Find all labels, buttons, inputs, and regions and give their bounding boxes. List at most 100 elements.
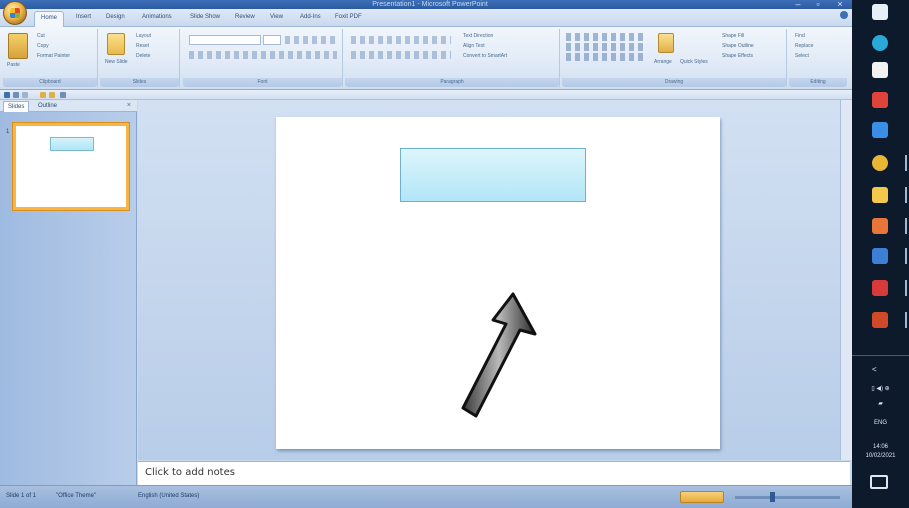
- tab-slides[interactable]: Slides: [3, 101, 30, 112]
- tab-foxit-pdf[interactable]: Foxit PDF: [335, 14, 362, 20]
- group-label-clipboard: Clipboard: [3, 78, 97, 87]
- powerpoint-window: Presentation1 - Microsoft PowerPoint – ▫…: [0, 0, 852, 508]
- shape-effects-button[interactable]: Shape Effects: [722, 53, 753, 59]
- file-explorer-icon[interactable]: [872, 187, 888, 203]
- system-tray-icons[interactable]: ▯ ◀) ⊕: [852, 385, 909, 392]
- alignment-buttons[interactable]: [351, 51, 451, 59]
- input-language[interactable]: ENG: [852, 420, 909, 426]
- tab-animations[interactable]: Animations: [142, 14, 172, 20]
- group-label-paragraph: Paragraph: [345, 78, 559, 87]
- group-label-editing: Editing: [789, 78, 847, 87]
- open-icon[interactable]: [40, 92, 46, 98]
- font-format-buttons[interactable]: [189, 51, 337, 59]
- maximize-icon[interactable]: ▫: [810, 0, 826, 9]
- network-icon[interactable]: ▰: [852, 400, 909, 407]
- new-slide-button[interactable]: New Slide: [105, 59, 128, 65]
- font-size-buttons[interactable]: [285, 36, 337, 44]
- shapes-gallery-row3[interactable]: [566, 53, 646, 61]
- tab-outline[interactable]: Outline: [34, 101, 61, 112]
- shapes-gallery[interactable]: [566, 33, 646, 41]
- app-red-icon[interactable]: [872, 280, 888, 296]
- save-icon[interactable]: [4, 92, 10, 98]
- running-indicator: [905, 312, 907, 328]
- vertical-scrollbar[interactable]: [840, 100, 852, 460]
- chrome-icon[interactable]: [872, 155, 888, 171]
- paste-label[interactable]: Paste: [7, 62, 20, 68]
- list-buttons[interactable]: [351, 36, 451, 44]
- tab-insert[interactable]: Insert: [76, 14, 91, 20]
- pane-tabs: Slides Outline ×: [0, 100, 137, 112]
- quick-access-toolbar: [0, 90, 852, 100]
- select-button[interactable]: Select: [795, 53, 809, 59]
- minimize-icon[interactable]: –: [790, 0, 806, 9]
- reset-button[interactable]: Reset: [136, 43, 149, 49]
- shapes-gallery-row2[interactable]: [566, 43, 646, 51]
- replace-button[interactable]: Replace: [795, 43, 813, 49]
- tab-view[interactable]: View: [270, 14, 283, 20]
- tab-slide-show[interactable]: Slide Show: [190, 14, 220, 20]
- shape-outline-button[interactable]: Shape Outline: [722, 43, 754, 49]
- store-icon[interactable]: [872, 62, 888, 78]
- quick-styles-button[interactable]: Quick Styles: [680, 59, 708, 65]
- group-drawing: Arrange Quick Styles Shape Fill Shape Ou…: [562, 29, 787, 87]
- new-slide-icon[interactable]: [107, 33, 125, 55]
- thumbnail-shape: [50, 137, 94, 151]
- arrange-icon[interactable]: [658, 33, 674, 53]
- edge-icon[interactable]: [872, 35, 888, 51]
- ribbon-tabs: Home Insert Design Animations Slide Show…: [0, 9, 852, 27]
- layout-button[interactable]: Layout: [136, 33, 151, 39]
- app-blue-icon[interactable]: [872, 248, 888, 264]
- help-icon[interactable]: [840, 11, 848, 19]
- clock-time[interactable]: 14:06: [852, 444, 909, 450]
- group-clipboard: Paste Cut Copy Format Painter Clipboard: [3, 29, 98, 87]
- view-buttons[interactable]: [680, 491, 724, 503]
- window-title: Presentation1 - Microsoft PowerPoint: [372, 1, 488, 8]
- font-name-combo[interactable]: [189, 35, 261, 45]
- notes-pane[interactable]: Click to add notes: [138, 461, 850, 485]
- tab-design[interactable]: Design: [106, 14, 125, 20]
- windows-start-icon[interactable]: [872, 4, 888, 20]
- redo-icon[interactable]: [22, 92, 28, 98]
- taskbar-separator: [852, 355, 909, 356]
- close-pane-icon[interactable]: ×: [127, 102, 131, 109]
- group-label-slides: Slides: [100, 78, 179, 87]
- cut-button[interactable]: Cut: [37, 33, 45, 39]
- tab-home[interactable]: Home: [34, 11, 65, 27]
- slide-thumbnail[interactable]: [12, 122, 130, 211]
- text-direction-button[interactable]: Text Direction: [463, 33, 493, 39]
- title-bar: Presentation1 - Microsoft PowerPoint – ▫…: [0, 0, 852, 9]
- office-icon[interactable]: [872, 218, 888, 234]
- tab-review[interactable]: Review: [235, 14, 255, 20]
- running-indicator: [905, 187, 907, 203]
- zoom-slider-thumb[interactable]: [770, 492, 775, 502]
- new-icon[interactable]: [49, 92, 55, 98]
- mail-icon[interactable]: [872, 122, 888, 138]
- calendar-icon[interactable]: [872, 92, 888, 108]
- tab-add-ins[interactable]: Add-Ins: [300, 14, 321, 20]
- rectangle-shape[interactable]: [400, 148, 586, 202]
- undo-icon[interactable]: [13, 92, 19, 98]
- find-button[interactable]: Find: [795, 33, 805, 39]
- copy-button[interactable]: Copy: [37, 43, 49, 49]
- delete-button[interactable]: Delete: [136, 53, 150, 59]
- font-size-combo[interactable]: [263, 35, 281, 45]
- group-label-drawing: Drawing: [562, 78, 786, 87]
- office-button[interactable]: [3, 1, 27, 25]
- zoom-slider[interactable]: [735, 496, 840, 499]
- convert-smartart-button[interactable]: Convert to SmartArt: [463, 53, 507, 59]
- arrange-button[interactable]: Arrange: [654, 59, 672, 65]
- shape-fill-button[interactable]: Shape Fill: [722, 33, 744, 39]
- group-paragraph: Text Direction Align Text Convert to Sma…: [345, 29, 560, 87]
- slides-pane: Slides Outline × 1: [0, 100, 137, 485]
- running-indicator: [905, 248, 907, 264]
- paste-icon[interactable]: [8, 33, 28, 59]
- customize-qat-icon[interactable]: [60, 92, 66, 98]
- align-text-button[interactable]: Align Text: [463, 43, 485, 49]
- close-icon[interactable]: ×: [832, 0, 848, 9]
- action-center-icon[interactable]: [870, 475, 888, 489]
- format-painter-button[interactable]: Format Painter: [37, 53, 70, 59]
- show-hidden-icons-chevron[interactable]: <: [872, 365, 892, 374]
- powerpoint-icon[interactable]: [872, 312, 888, 328]
- slide-thumbnail-canvas: [16, 126, 126, 207]
- clock-date[interactable]: 10/02/2021: [852, 453, 909, 459]
